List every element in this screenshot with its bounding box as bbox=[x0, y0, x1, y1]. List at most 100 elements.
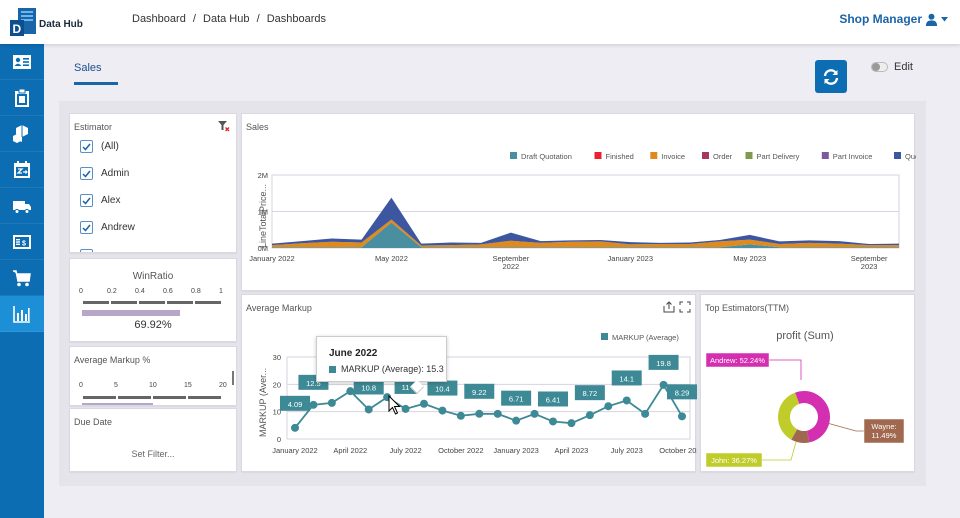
data-label-text: 11 bbox=[402, 383, 410, 392]
legend-swatch bbox=[650, 152, 658, 159]
app-name: Data Hub bbox=[39, 19, 83, 30]
y-tick-label: 20 bbox=[273, 380, 281, 389]
top-estimators-panel: Top Estimators(TTM) profit (Sum) Andrew: … bbox=[700, 294, 915, 472]
tab-sales[interactable]: Sales bbox=[74, 62, 102, 74]
avg-markup-gauge-panel: Average Markup % 0 5 10 15 20 bbox=[69, 346, 237, 406]
gauge-tick-label: 15 bbox=[184, 382, 192, 389]
data-point bbox=[475, 409, 484, 418]
data-point bbox=[678, 412, 686, 421]
truck-icon bbox=[13, 200, 31, 214]
svg-text:D: D bbox=[13, 22, 22, 36]
estimator-label: Admin bbox=[101, 168, 130, 179]
legend-item: Order bbox=[702, 152, 733, 161]
x-tick-label: January 2023 bbox=[493, 446, 538, 455]
checkbox[interactable] bbox=[80, 140, 93, 153]
legend-label: Part Delivery bbox=[757, 152, 800, 161]
data-label: 10.4 bbox=[427, 380, 458, 396]
gauge-segment bbox=[111, 301, 137, 304]
tab-active-indicator bbox=[74, 82, 118, 85]
tooltip-row: MARKUP (Average): 15.3 bbox=[329, 364, 444, 374]
breadcrumb-data-hub[interactable]: Data Hub bbox=[203, 13, 249, 25]
y-tick-label: 0 bbox=[277, 435, 281, 444]
avg-markup-bar bbox=[82, 403, 154, 405]
clear-filter-icon[interactable] bbox=[218, 120, 230, 132]
sidebar-item-shipping[interactable] bbox=[0, 188, 44, 224]
sales-area-chart: Draft Quotation Finished Invoice Order Part … bbox=[249, 152, 916, 271]
sidebar-item-purchasing[interactable] bbox=[0, 260, 44, 296]
gauge-segment bbox=[167, 301, 193, 304]
sidebar-item-jobs[interactable] bbox=[0, 80, 44, 116]
area-series-quote bbox=[272, 197, 899, 246]
profit-donut-chart: profit (Sum) Andrew: 52.24% Wayne:11.49% Jo… bbox=[705, 330, 905, 468]
avg-markup-chart-panel: Average Markup MARKUP (Average) 0 10 20 30 MA… bbox=[241, 294, 697, 472]
data-hub-logo[interactable]: D bbox=[8, 6, 40, 38]
checkbox[interactable] bbox=[80, 194, 93, 207]
user-name: Shop Manager bbox=[839, 12, 922, 26]
estimator-option[interactable]: Admin bbox=[80, 167, 129, 180]
sales-chart-panel: Sales Draft Quotation Finished Invoice Orde… bbox=[241, 113, 916, 291]
data-point bbox=[585, 411, 594, 420]
x-tick-label: April 2022 bbox=[333, 446, 367, 455]
x-tick-label: July 2023 bbox=[611, 446, 643, 455]
toggle-switch[interactable] bbox=[871, 62, 888, 72]
checkbox[interactable] bbox=[80, 167, 93, 180]
legend-item: Finished bbox=[594, 152, 634, 161]
sidebar-item-schedule[interactable] bbox=[0, 152, 44, 188]
data-label: 19.8 bbox=[648, 354, 679, 370]
leader-line bbox=[762, 441, 797, 461]
data-label-text: 4.09 bbox=[288, 400, 303, 409]
checkbox-partial[interactable] bbox=[80, 249, 93, 252]
sidebar-item-inventory[interactable] bbox=[0, 116, 44, 152]
gauge-tick-label: 0.6 bbox=[163, 288, 173, 295]
winratio-value: 69.92% bbox=[134, 319, 172, 331]
sidebar-item-contacts[interactable] bbox=[0, 44, 44, 80]
data-point bbox=[309, 400, 318, 409]
clipboard-icon bbox=[15, 88, 29, 107]
scrollbar[interactable] bbox=[232, 371, 234, 385]
x-tick-label: January 2023 bbox=[608, 254, 653, 263]
winratio-bar bbox=[82, 310, 180, 316]
due-date-panel: Due Date Set Filter... bbox=[69, 408, 237, 472]
legend-label: Order bbox=[713, 152, 733, 161]
edit-label: Edit bbox=[894, 61, 913, 73]
data-label: 8.29 bbox=[667, 384, 697, 400]
slice-label-text: Andrew: 52.24% bbox=[710, 356, 765, 365]
data-point bbox=[659, 380, 668, 389]
set-filter-link[interactable]: Set Filter... bbox=[70, 449, 236, 459]
y-tick-label: 30 bbox=[273, 353, 281, 362]
legend-item: Part Invoice bbox=[821, 152, 872, 161]
estimator-option[interactable]: Andrew bbox=[80, 221, 135, 234]
x-tick-label: April 2023 bbox=[555, 446, 589, 455]
estimator-option[interactable]: Alex bbox=[80, 194, 120, 207]
checkbox[interactable] bbox=[80, 221, 93, 234]
leader-line bbox=[769, 359, 802, 380]
cubes-icon bbox=[13, 124, 28, 143]
calendar-transfer-icon bbox=[14, 160, 30, 178]
data-point bbox=[512, 416, 521, 425]
gauge-tick-label: 5 bbox=[114, 382, 118, 389]
data-point bbox=[364, 405, 373, 414]
estimator-label: Andrew bbox=[101, 222, 135, 233]
slice-label-john: John: 36.27% bbox=[705, 441, 797, 468]
panel-title: Due Date bbox=[74, 417, 113, 427]
data-point bbox=[549, 417, 557, 426]
breadcrumb-dashboards[interactable]: Dashboards bbox=[267, 13, 326, 25]
user-menu[interactable]: Shop Manager bbox=[839, 12, 948, 26]
sidebar-item-invoices[interactable]: $ bbox=[0, 224, 44, 260]
data-label: 9.22 bbox=[464, 383, 495, 399]
data-label-text: 10.4 bbox=[435, 385, 450, 394]
legend-item: Invoice bbox=[650, 152, 685, 161]
breadcrumb-dashboard[interactable]: Dashboard bbox=[132, 13, 186, 25]
data-point bbox=[438, 406, 447, 415]
edit-toggle[interactable]: Edit bbox=[871, 61, 913, 73]
gauge-tick-label: 0.4 bbox=[135, 288, 145, 295]
tooltip-title: June 2022 bbox=[329, 348, 378, 359]
gauge-tick-label: 0.8 bbox=[191, 288, 201, 295]
refresh-button[interactable] bbox=[815, 60, 847, 93]
estimator-option[interactable]: (All) bbox=[80, 140, 119, 153]
data-label-text: 19.8 bbox=[656, 359, 671, 368]
x-tick-label: 2022 bbox=[503, 262, 520, 271]
sidebar-item-reports[interactable] bbox=[0, 296, 44, 332]
estimator-label: Alex bbox=[101, 195, 121, 206]
data-point bbox=[622, 396, 631, 405]
